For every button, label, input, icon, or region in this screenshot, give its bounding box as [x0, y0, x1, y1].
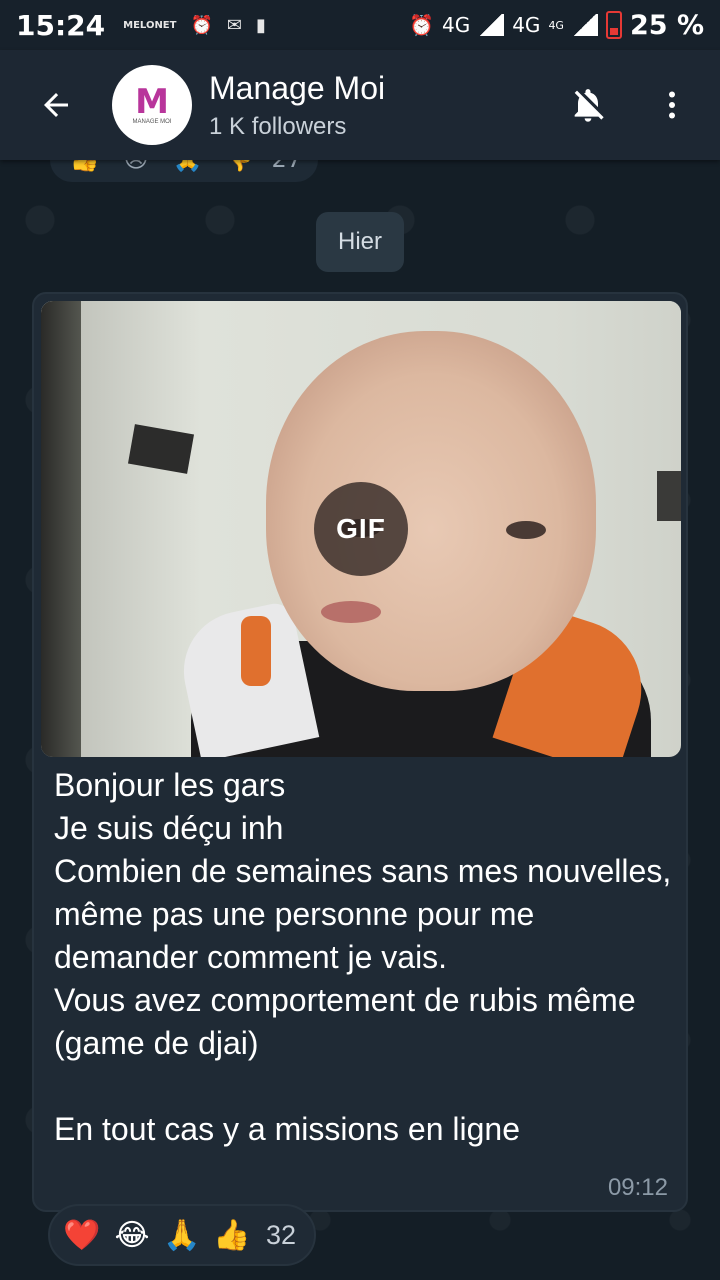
followers-count: 1 K followers — [209, 112, 347, 140]
back-button[interactable] — [28, 77, 84, 133]
channel-name: Manage Moi — [209, 69, 386, 106]
message-bubble[interactable]: GIF Bonjour les gars Je suis déçu inh Co… — [32, 292, 688, 1212]
reaction-emoji: 😢 — [117, 160, 154, 179]
bell-muted-icon — [574, 89, 604, 122]
reaction-count: 32 — [266, 1219, 297, 1250]
more-options-button[interactable] — [648, 81, 696, 129]
message-time: 09:12 — [607, 1174, 668, 1201]
date-separator: Hier — [316, 212, 404, 272]
status-bar: 15:24 MELONET ⏰ ✉ ▮ ⏰ 4G 4G 4G 25 % — [0, 0, 720, 50]
channel-avatar[interactable]: M MANAGE MOI — [112, 65, 192, 145]
baby-face-image — [266, 331, 596, 691]
alarm-icon: ⏰ — [409, 13, 434, 37]
network-type-2-sup: 4G — [548, 18, 564, 32]
mute-button[interactable] — [564, 81, 612, 129]
pray-reaction[interactable]: 🙏 — [162, 1215, 202, 1255]
carrier-icon: MELONET — [123, 19, 177, 31]
mail-icon: ✉ — [226, 14, 242, 36]
channel-info[interactable]: Manage Moi 1 K followers — [209, 70, 385, 141]
chat-area[interactable]: 👍 😢 🙏 👎 27 Hier GIF Bonjour les gars Je … — [0, 160, 720, 1280]
reaction-count: 27 — [271, 160, 302, 173]
network-type-1: 4G — [441, 13, 471, 37]
signal-icon — [478, 14, 505, 36]
clock: 15:24 — [16, 8, 106, 42]
signal-icon — [571, 14, 598, 36]
gif-media[interactable]: GIF — [41, 301, 681, 757]
alarm-icon: ⏰ — [190, 14, 213, 36]
previous-message-reactions[interactable]: 👍 😢 🙏 👎 27 — [50, 160, 318, 182]
avatar-caption: MANAGE MOI — [132, 119, 172, 125]
gif-play-badge[interactable]: GIF — [314, 482, 408, 576]
network-type-2: 4G — [512, 13, 541, 37]
heart-reaction[interactable]: ❤️ — [62, 1215, 102, 1255]
back-arrow-icon — [44, 93, 68, 117]
more-vertical-icon — [669, 91, 675, 119]
channel-header: M MANAGE MOI Manage Moi 1 K followers — [0, 50, 720, 160]
reaction-emoji: 🙏 — [169, 160, 206, 179]
battery-icon — [605, 11, 622, 39]
message-reactions[interactable]: ❤️ 😂 🙏 👍 32 — [48, 1204, 316, 1266]
message-text: Bonjour les gars Je suis déçu inh Combie… — [54, 767, 672, 1147]
reaction-emoji: 👍 — [66, 160, 103, 179]
avatar-logo: M — [135, 82, 169, 122]
thumbs-up-reaction[interactable]: 👍 — [212, 1215, 252, 1255]
battery-percent: 25 % — [629, 9, 704, 41]
sd-card-icon: ▮ — [255, 14, 266, 36]
reaction-emoji: 👎 — [220, 160, 257, 179]
laugh-reaction[interactable]: 😂 — [112, 1215, 152, 1255]
